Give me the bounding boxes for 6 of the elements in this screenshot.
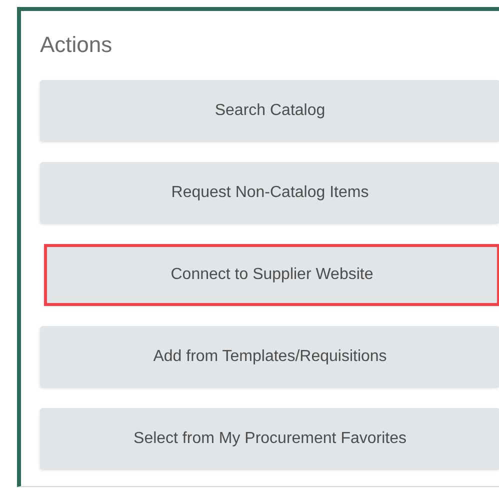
action-button[interactable]: Connect to Supplier Website — [44, 244, 499, 306]
action-button[interactable]: Search Catalog — [40, 80, 499, 142]
action-button[interactable]: Select from My Procurement Favorites — [40, 408, 499, 470]
panel-title: Actions — [40, 31, 114, 59]
action-button[interactable]: Request Non-Catalog Items — [40, 162, 499, 224]
action-button[interactable]: Add from Templates/Requisitions — [40, 326, 499, 388]
